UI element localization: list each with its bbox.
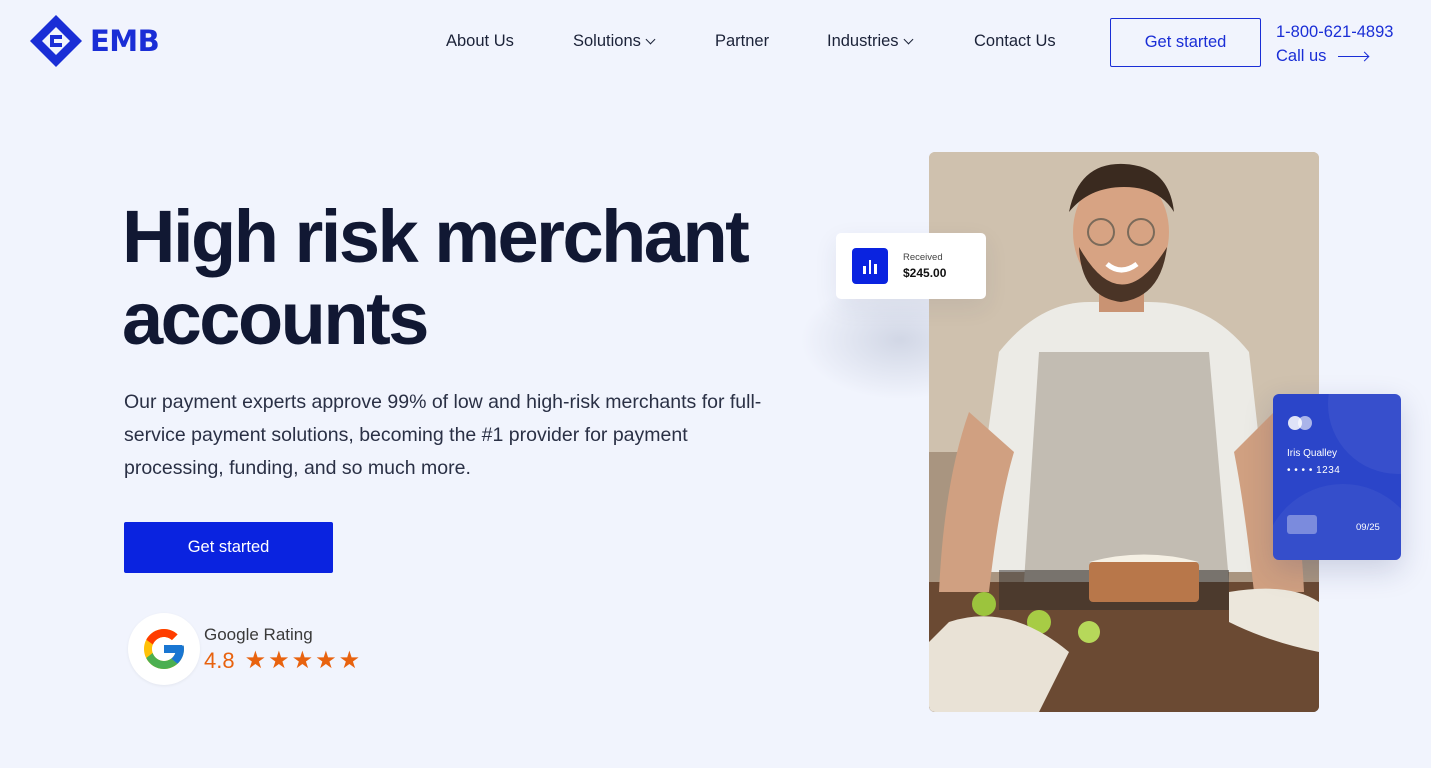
google-badge <box>128 613 200 685</box>
baker-illustration <box>929 152 1319 712</box>
bar-chart-icon <box>852 248 888 284</box>
payment-card-widget: Iris Qualley • • • • 1234 09/25 <box>1273 394 1401 560</box>
hero-photo <box>929 152 1319 712</box>
nav-contact-us[interactable]: Contact Us <box>974 32 1056 51</box>
chevron-down-icon <box>903 34 913 45</box>
star-icon: ★ <box>315 646 337 674</box>
nav-solutions[interactable]: Solutions <box>573 32 656 51</box>
star-icon: ★ <box>268 646 290 674</box>
call-us-label: Call us <box>1276 47 1327 65</box>
card-holder-name: Iris Qualley <box>1287 448 1338 459</box>
star-icon: ★ <box>291 646 314 674</box>
card-brand-icon <box>1288 416 1312 430</box>
received-amount: $245.00 <box>903 266 947 280</box>
google-rating: Google Rating 4.8 ★ ★ ★ ★ ★ <box>128 613 362 685</box>
hero-title-line-2: accounts <box>122 277 429 360</box>
logo-text: EMB <box>90 24 160 58</box>
nav-label: Contact Us <box>974 32 1056 50</box>
card-chip <box>1287 515 1317 534</box>
emb-logo-icon <box>30 15 82 67</box>
card-number: • • • • 1234 <box>1287 465 1341 476</box>
phone-number-link[interactable]: 1-800-621-4893 <box>1276 23 1393 42</box>
nav-partner[interactable]: Partner <box>715 32 769 51</box>
rating-label: Google Rating <box>204 624 313 644</box>
header-get-started-button[interactable]: Get started <box>1110 18 1261 67</box>
star-icon: ★ <box>244 646 267 674</box>
call-us-link[interactable]: Call us <box>1276 47 1369 66</box>
star-icon: ★ <box>338 646 361 674</box>
hero-title-line-1: High risk merchant <box>122 195 750 278</box>
received-label: Received <box>903 252 943 263</box>
chevron-down-icon <box>645 34 656 45</box>
google-g-icon <box>144 629 184 669</box>
hero-get-started-button[interactable]: Get started <box>124 522 333 573</box>
nav-about-us[interactable]: About Us <box>446 32 514 51</box>
nav-label: Solutions <box>573 32 641 50</box>
nav-label: Partner <box>715 32 770 50</box>
card-expiry: 09/25 <box>1356 522 1380 533</box>
nav-label: Industries <box>827 32 899 50</box>
nav-label: About Us <box>446 32 514 50</box>
arrow-right-icon <box>1338 56 1369 57</box>
hero-title: High risk merchant accounts <box>122 196 822 360</box>
received-widget: Received $245.00 <box>836 233 986 299</box>
rating-score: 4.8 <box>204 647 235 673</box>
nav-industries[interactable]: Industries <box>827 32 913 51</box>
hero-subtitle: Our payment experts approve 99% of low a… <box>124 391 762 479</box>
site-logo[interactable]: EMB <box>28 13 160 69</box>
